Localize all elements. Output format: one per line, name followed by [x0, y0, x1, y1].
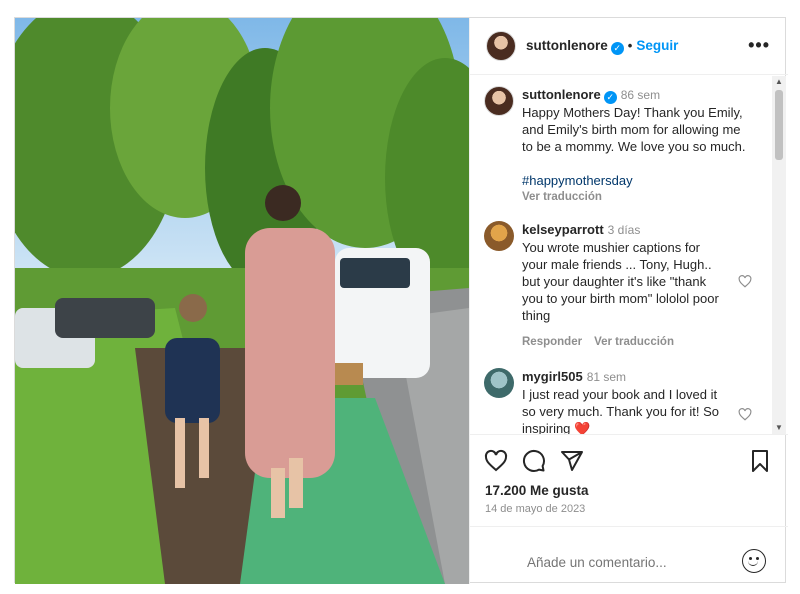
- post-photo[interactable]: [15, 18, 469, 584]
- comment-line: inspiring ❤️: [522, 420, 754, 434]
- caption-avatar[interactable]: [484, 86, 514, 116]
- scroll-down-arrow[interactable]: ▼: [772, 422, 786, 434]
- comment-line: so very much. Thank you for it! So: [522, 404, 720, 419]
- more-icon[interactable]: •••: [748, 35, 770, 56]
- emoji-icon[interactable]: [742, 549, 766, 573]
- add-comment-input[interactable]: [527, 555, 727, 570]
- photo-illustration: [15, 18, 469, 584]
- caption-body: suttonlenore ✓ 86 sem Happy Mothers Day! T…: [522, 86, 754, 206]
- caption-line: Happy Mothers Day! Thank you Emily,: [522, 105, 743, 120]
- caption-username[interactable]: suttonlenore: [522, 87, 601, 102]
- separator-dot: •: [627, 38, 633, 53]
- comment-body: mygirl505 81 sem I just read your book an…: [522, 368, 754, 434]
- share-icon[interactable]: [560, 449, 584, 473]
- comments-list[interactable]: suttonlenore ✓ 86 sem Happy Mothers Day! T…: [470, 76, 788, 434]
- comment-line-text: inspiring: [522, 421, 571, 434]
- comment-line: thing: [522, 308, 551, 323]
- comment-like-heart-icon[interactable]: [738, 275, 752, 288]
- comment-header: kelseyparrott 3 días: [522, 221, 754, 239]
- comment-composer: [470, 526, 788, 584]
- caption-header: suttonlenore ✓ 86 sem: [522, 86, 754, 104]
- instagram-post-modal: suttonlenore ✓ • Seguir ••• suttonlenore ✓ 86…: [14, 17, 788, 584]
- comment-body: kelseyparrott 3 días You wrote mushier ca…: [522, 221, 754, 351]
- commenter-username[interactable]: kelseyparrott: [522, 222, 604, 237]
- comment-line: I just read your book and I loved it: [522, 387, 718, 402]
- caption-time: 86 sem: [620, 88, 661, 102]
- commenter-avatar[interactable]: [484, 221, 514, 251]
- heart-icon[interactable]: [484, 449, 508, 473]
- verified-badge-icon: ✓: [603, 91, 617, 104]
- follow-button[interactable]: Seguir: [636, 38, 678, 53]
- translate-link[interactable]: Ver traducción: [522, 191, 602, 203]
- red-heart-emoji: ❤️: [574, 421, 591, 434]
- comment-item: kelseyparrott 3 días You wrote mushier ca…: [484, 221, 764, 351]
- caption-line: to be a mommy. We love you so much.: [522, 139, 746, 154]
- comment-line: you to your birth mom" lololol poor: [522, 291, 719, 306]
- post-sidebar: suttonlenore ✓ • Seguir ••• suttonlenore ✓ 86…: [469, 18, 788, 584]
- comment-line: your male friends ... Tony, Hugh..: [522, 257, 712, 272]
- comment-header: mygirl505 81 sem: [522, 368, 754, 386]
- author-username[interactable]: suttonlenore: [526, 38, 608, 53]
- likes-count[interactable]: 17.200 Me gusta: [485, 483, 589, 498]
- comment-like-heart-icon[interactable]: [738, 408, 752, 421]
- reply-button[interactable]: Responder: [522, 336, 582, 348]
- comment-time: 3 días: [607, 223, 641, 237]
- comment-line: You wrote mushier captions for: [522, 240, 701, 255]
- comments-scrollbar[interactable]: ▲ ▼: [772, 76, 786, 434]
- commenter-username[interactable]: mygirl505: [522, 369, 583, 384]
- scroll-thumb[interactable]: [775, 90, 783, 160]
- comment-meta: Responder Ver traducción: [522, 334, 754, 351]
- scroll-up-arrow[interactable]: ▲: [772, 76, 786, 88]
- comment-item: mygirl505 81 sem I just read your book an…: [484, 368, 764, 434]
- caption: suttonlenore ✓ 86 sem Happy Mothers Day! T…: [484, 86, 764, 206]
- comment-icon[interactable]: [522, 449, 546, 473]
- comment-time: 81 sem: [586, 370, 627, 384]
- caption-meta: Ver traducción: [522, 189, 754, 206]
- bookmark-icon[interactable]: [748, 449, 772, 473]
- action-bar: 17.200 Me gusta 14 de mayo de 2023: [470, 434, 788, 515]
- author-avatar[interactable]: [486, 31, 516, 61]
- post-header: suttonlenore ✓ • Seguir •••: [470, 18, 788, 75]
- author-info: suttonlenore ✓ • Seguir: [526, 38, 678, 55]
- hashtag-link[interactable]: #happymothersday: [522, 172, 754, 189]
- commenter-avatar[interactable]: [484, 368, 514, 398]
- caption-line: and Emily's birth mom for allowing me: [522, 122, 741, 137]
- verified-badge-icon: ✓: [610, 42, 624, 55]
- translate-link[interactable]: Ver traducción: [594, 336, 674, 348]
- post-date[interactable]: 14 de mayo de 2023: [485, 503, 585, 515]
- comment-line: but your daughter it's like "thank: [522, 274, 707, 289]
